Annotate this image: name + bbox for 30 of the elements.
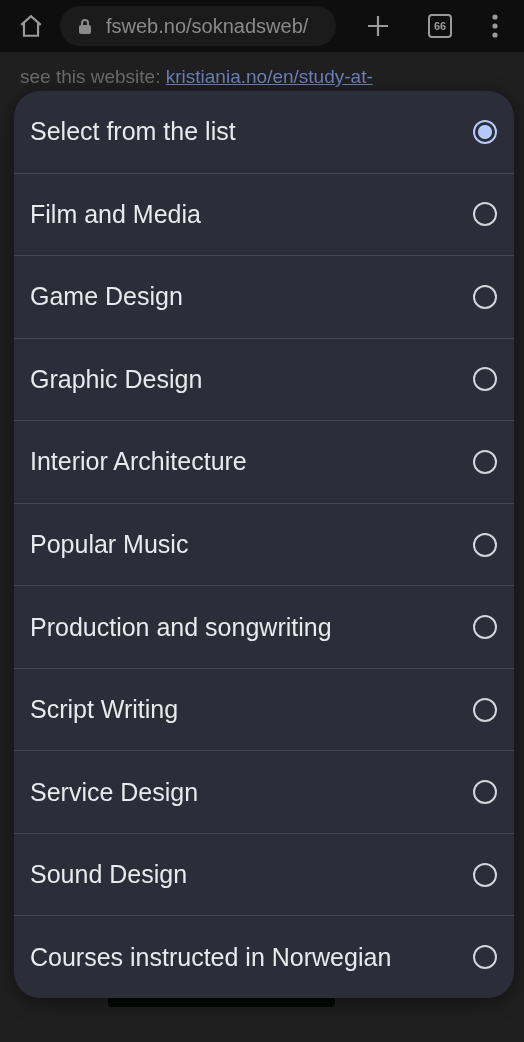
radio-button[interactable] (473, 119, 497, 144)
option-label[interactable]: Service Design (30, 777, 199, 807)
home-icon[interactable] (18, 13, 44, 39)
menu-icon[interactable] (492, 14, 498, 38)
option-label[interactable]: Popular Music (30, 530, 189, 559)
radio-button[interactable] (473, 449, 497, 474)
radio-button[interactable] (473, 532, 497, 557)
radio-button[interactable] (473, 284, 497, 309)
body-text: see this website: (20, 66, 161, 87)
option-label[interactable]: Script Writing (30, 695, 179, 725)
option-label[interactable]: Sound Design (30, 860, 188, 890)
radio-button[interactable] (473, 780, 497, 805)
plus-icon[interactable] (366, 14, 390, 38)
option-label[interactable]: Courses instructed in Norwegian (30, 942, 392, 972)
option-label[interactable]: Film and Media (30, 199, 201, 229)
option-label[interactable]: Production and songwriting (30, 612, 332, 642)
option-label[interactable]: Select from the list (30, 117, 236, 147)
radio-button[interactable] (473, 202, 497, 227)
tab-switcher-button[interactable]: 66 (428, 14, 452, 38)
radio-button[interactable] (473, 615, 497, 640)
radio-button[interactable] (473, 862, 497, 887)
address-bar[interactable]: fsweb.no/soknadsweb/ (60, 6, 336, 46)
radio-button[interactable] (473, 367, 497, 392)
option-label[interactable]: Graphic Design (30, 364, 203, 394)
option-label[interactable]: Interior Architecture (30, 447, 247, 477)
radio-button[interactable] (473, 697, 497, 722)
option-label[interactable]: Game Design (30, 282, 183, 312)
lock-icon (78, 18, 92, 34)
website-link[interactable]: kristiania.no/en/study-at- (165, 66, 373, 87)
radio-button[interactable] (473, 945, 497, 970)
